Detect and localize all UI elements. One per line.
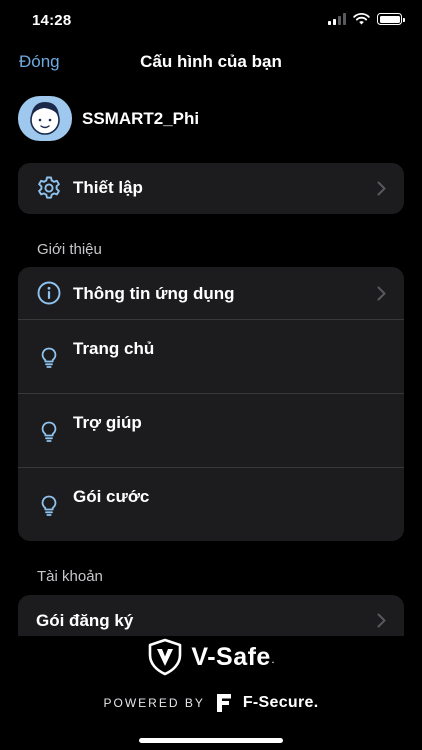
settings-label: Thiết lập [73,178,143,197]
avatar[interactable] [18,96,72,141]
status-bar: 14:28 [0,0,422,44]
list-item-label: Trợ giúp [73,413,142,432]
list-item-label: Gói cước [73,487,150,506]
status-time: 14:28 [32,12,72,29]
info-icon [37,281,61,305]
profile-header: SSMART2_Phi [18,96,199,141]
battery-icon [377,13,405,25]
chevron-right-icon [377,286,386,301]
brand-logo: V-Safe. [0,638,422,676]
section-header-account: Tài khoản [37,568,103,585]
list-item-label: Trang chủ [73,339,155,358]
list-item-plans[interactable]: Gói cước [18,467,404,541]
section-header-about: Giới thiệu [37,241,102,258]
powered-by: POWERED BY F-Secure. [0,692,422,714]
lightbulb-icon [41,421,57,442]
about-card: Thông tin ứng dụng Trang chủ Trợ giúp Gó… [18,267,404,541]
partner-name: F-Secure. [242,694,319,711]
list-item-home[interactable]: Trang chủ [18,319,404,393]
list-item-label: Gói đăng ký [36,611,134,630]
page-title: Cấu hình của bạn [140,52,282,71]
settings-row[interactable]: Thiết lập [18,163,404,214]
gear-icon [38,176,60,199]
list-item-help[interactable]: Trợ giúp [18,393,404,467]
list-item-app-info[interactable]: Thông tin ứng dụng [18,267,404,319]
lightbulb-icon [41,347,57,368]
fsecure-logo-icon [216,694,231,712]
brand-name: V-Safe. [191,642,275,671]
shield-icon [149,638,182,676]
cellular-signal-icon [328,13,346,25]
lightbulb-icon [41,495,57,516]
nav-bar: Đóng Cấu hình của bạn [0,44,422,80]
footer: V-Safe. POWERED BY F-Secure. [0,636,422,750]
settings-card: Thiết lập [18,163,404,214]
profile-name: SSMART2_Phi [82,108,200,128]
home-indicator[interactable] [139,738,283,743]
chevron-right-icon [377,613,386,628]
list-item-label: Thông tin ứng dụng [73,284,235,303]
wifi-icon [353,13,370,25]
powered-by-label: POWERED BY [103,696,205,710]
chevron-right-icon [377,181,386,196]
status-icons [328,13,405,25]
